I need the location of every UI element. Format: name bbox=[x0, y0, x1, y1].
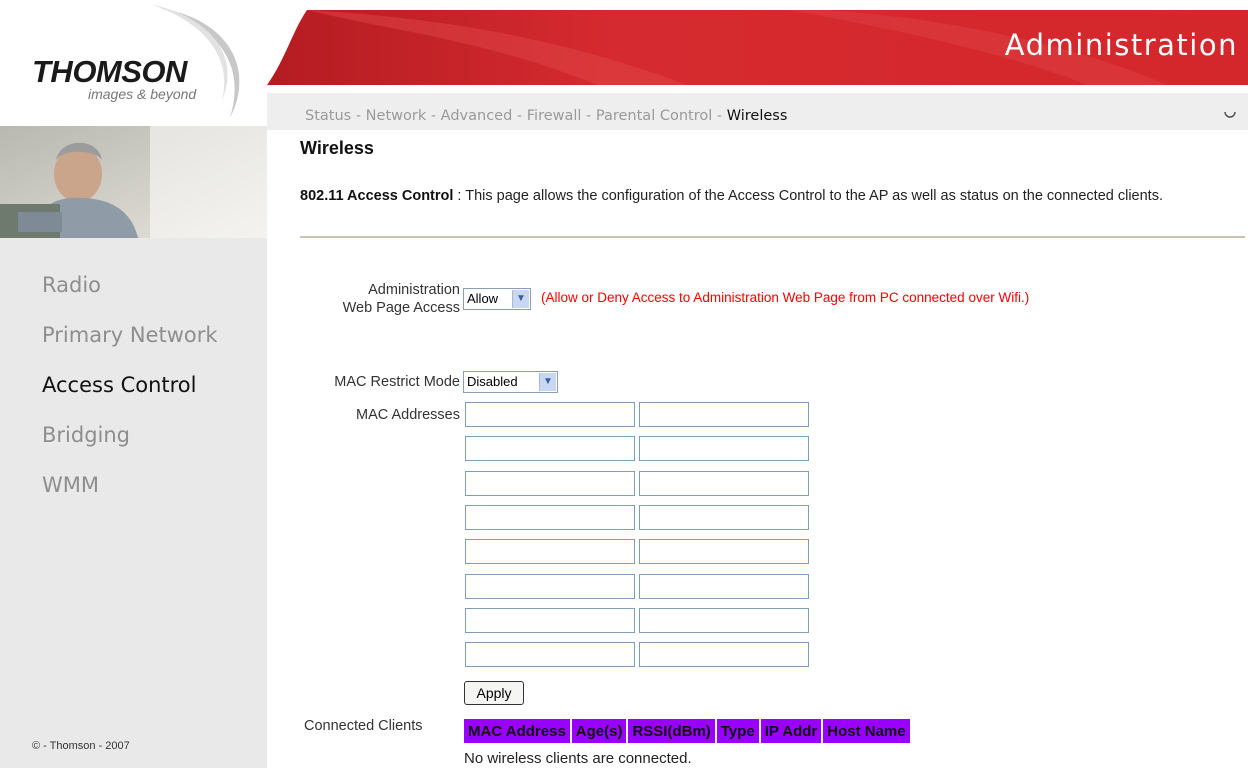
header-title: Administration bbox=[1004, 28, 1238, 62]
sidebar-nav: Radio Primary Network Access Control Bri… bbox=[42, 268, 218, 518]
user-photo bbox=[0, 126, 267, 238]
connected-clients-label: Connected Clients bbox=[304, 718, 423, 734]
mac-address-input[interactable] bbox=[639, 607, 809, 633]
tab-firewall[interactable]: Firewall bbox=[527, 108, 582, 124]
mac-address-input[interactable] bbox=[639, 504, 809, 530]
mac-address-input[interactable] bbox=[639, 573, 809, 599]
description-text: : This page allows the configuration of … bbox=[453, 188, 1163, 204]
tab-network[interactable]: Network bbox=[366, 108, 427, 124]
chevron-down-icon: ▼ bbox=[512, 290, 529, 308]
page-description: 802.11 Access Control : This page allows… bbox=[300, 186, 1245, 206]
brand-name: THOMSON bbox=[32, 54, 187, 89]
mac-restrict-label: MAC Restrict Mode bbox=[334, 374, 460, 390]
sidebar: THOMSON images & beyond Radio Primary Ne… bbox=[0, 0, 267, 768]
column-age: Age(s) bbox=[571, 719, 627, 743]
mac-addresses-label: MAC Addresses bbox=[356, 407, 460, 423]
mac-address-input[interactable] bbox=[639, 642, 809, 668]
admin-access-hint: (Allow or Deny Access to Administration … bbox=[541, 290, 1030, 305]
mac-address-input[interactable] bbox=[639, 539, 809, 565]
divider bbox=[300, 236, 1245, 238]
mac-address-input[interactable] bbox=[639, 436, 809, 462]
tab-parental-control[interactable]: Parental Control bbox=[596, 108, 712, 124]
mac-address-input[interactable] bbox=[465, 504, 635, 530]
no-clients-message: No wireless clients are connected. bbox=[464, 750, 692, 767]
connected-clients-table: MAC Address Age(s) RSSI(dBm) Type IP Add… bbox=[462, 719, 912, 743]
mac-address-input[interactable] bbox=[639, 470, 809, 496]
sidebar-item-primary-network[interactable]: Primary Network bbox=[42, 318, 218, 368]
column-rssi: RSSI(dBm) bbox=[628, 719, 715, 743]
brand-logo: THOMSON images & beyond bbox=[0, 0, 267, 126]
column-ip-addr: IP Addr bbox=[760, 719, 822, 743]
copyright: © - Thomson - 2007 bbox=[32, 740, 130, 752]
tab-advanced[interactable]: Advanced bbox=[441, 108, 513, 124]
table-header-row: MAC Address Age(s) RSSI(dBm) Type IP Add… bbox=[464, 719, 910, 743]
mac-address-input[interactable] bbox=[465, 402, 635, 427]
mac-address-input[interactable] bbox=[465, 436, 635, 462]
mac-address-input[interactable] bbox=[465, 573, 635, 599]
header-banner: Administration bbox=[267, 0, 1248, 85]
column-mac-address: MAC Address bbox=[464, 719, 570, 743]
description-title: 802.11 Access Control bbox=[300, 188, 454, 204]
admin-access-select[interactable]: Allow ▼ bbox=[463, 288, 531, 310]
page-title: Wireless bbox=[300, 138, 374, 158]
loading-spinner-icon bbox=[1224, 111, 1236, 118]
nav-separator: - bbox=[430, 108, 441, 124]
nav-separator: - bbox=[516, 108, 527, 124]
chevron-down-icon: ▼ bbox=[539, 373, 556, 391]
mac-restrict-select[interactable]: Disabled ▼ bbox=[463, 371, 558, 393]
mac-address-input[interactable] bbox=[465, 607, 635, 633]
nav-separator: - bbox=[586, 108, 596, 124]
brand-tagline: images & beyond bbox=[88, 86, 197, 102]
admin-access-label: Administration Web Page Access bbox=[342, 282, 460, 316]
tab-status[interactable]: Status bbox=[305, 108, 351, 124]
mac-address-input[interactable] bbox=[465, 539, 635, 565]
mac-address-input[interactable] bbox=[465, 642, 635, 668]
tab-wireless[interactable]: Wireless bbox=[727, 108, 788, 124]
sidebar-item-bridging[interactable]: Bridging bbox=[42, 418, 218, 468]
nav-separator: - bbox=[355, 108, 366, 124]
sidebar-item-access-control[interactable]: Access Control bbox=[42, 368, 218, 418]
mac-address-input[interactable] bbox=[639, 402, 809, 427]
nav-separator: - bbox=[716, 108, 727, 124]
column-host-name: Host Name bbox=[823, 719, 910, 743]
column-type: Type bbox=[716, 719, 759, 743]
apply-button[interactable]: Apply bbox=[464, 681, 524, 705]
sidebar-item-radio[interactable]: Radio bbox=[42, 268, 218, 318]
top-nav: Status - Network - Advanced - Firewall -… bbox=[267, 93, 1248, 130]
mac-address-input[interactable] bbox=[465, 470, 635, 496]
sidebar-item-wmm[interactable]: WMM bbox=[42, 468, 218, 518]
